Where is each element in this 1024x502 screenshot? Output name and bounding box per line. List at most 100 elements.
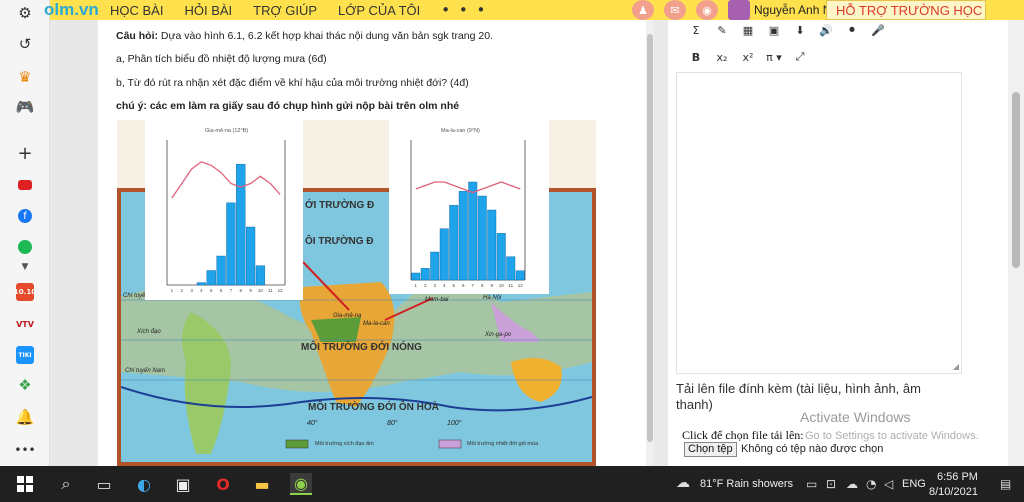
battery-icon[interactable]: ▭ <box>806 477 817 491</box>
rainfall-bar <box>236 163 246 286</box>
nav-hoc-bai[interactable]: HỌC BÀI <box>110 3 163 18</box>
nav-lop-cua-toi[interactable]: LỚP CỦA TÔI <box>338 3 420 18</box>
weather-text[interactable]: 81°F Rain showers <box>700 478 793 490</box>
nav-hoi-bai[interactable]: HỎI BÀI <box>184 3 232 18</box>
rainfall-bar <box>487 209 497 281</box>
bell-icon[interactable]: 🔔 <box>13 406 37 428</box>
microphone-icon[interactable]: 🎤 <box>870 22 886 38</box>
edge-icon[interactable]: ◐ <box>133 473 155 495</box>
subscript-button[interactable]: x₂ <box>714 49 730 65</box>
record-icon[interactable]: ⏺ <box>844 22 860 38</box>
cloud-icon[interactable]: ☁ <box>846 477 858 491</box>
calendar-icon[interactable]: 10.10 <box>13 281 37 303</box>
left-scrollbar-thumb[interactable] <box>647 34 653 442</box>
map-label-gia-me-na: Gia-mê-na <box>333 313 362 319</box>
site-logo[interactable]: olm.vn <box>44 0 110 20</box>
nav-more-menu[interactable]: • • • <box>441 1 487 19</box>
chat-icon[interactable]: ✉ <box>664 0 686 20</box>
shapes-icon[interactable]: ❖ <box>13 374 37 396</box>
x-tick-label: 8 <box>481 283 484 288</box>
image-icon[interactable]: ▣ <box>766 22 782 38</box>
superscript-button[interactable]: x² <box>740 49 756 65</box>
vtv-icon[interactable]: VTV <box>13 313 37 335</box>
gear-icon[interactable]: ⚙ <box>13 2 37 24</box>
x-tick-label: 10 <box>499 283 505 288</box>
opera-icon[interactable]: O <box>212 473 234 495</box>
clock-date[interactable]: 8/10/2021 <box>929 486 978 498</box>
browser-app-icon[interactable]: ◉ <box>290 473 312 495</box>
notification-center-icon[interactable]: ▤ <box>1000 477 1011 491</box>
symbol-menu-button[interactable]: π ▾ <box>766 49 782 65</box>
more-icon[interactable]: ••• <box>13 439 37 461</box>
resize-handle-icon[interactable]: ◢ <box>953 362 959 371</box>
map-label-zone1b: ÔI TRƯỜNG Đ <box>305 236 374 247</box>
download-icon[interactable]: ⬇ <box>792 22 808 38</box>
choose-file-button[interactable]: Chọn tệp <box>684 442 737 457</box>
store-icon[interactable]: ▣ <box>172 473 194 495</box>
x-tick-label: 2 <box>180 288 183 293</box>
crown-icon[interactable]: ♛ <box>13 66 37 88</box>
clock-time[interactable]: 6:56 PM <box>937 471 978 483</box>
network-icon[interactable]: ⊡ <box>826 477 836 491</box>
left-scrollbar[interactable] <box>646 20 654 466</box>
question-text: Câu hỏi: Dựa vào hình 6.1, 6.2 kết hợp k… <box>116 30 493 42</box>
sum-icon[interactable]: Σ <box>688 22 704 38</box>
x-tick-label: 4 <box>200 288 203 293</box>
editor-toolbar-row1: Σ ✎ ▦ ▣ ⬇ 🔊 ⏺ 🎤 <box>688 22 896 38</box>
map-label-chi-tuyen-nam: Chí tuyến Nam <box>125 368 166 374</box>
windows-start-icon[interactable] <box>14 473 36 495</box>
vtv-label: VTV <box>16 319 34 329</box>
legend-equatorial-box <box>285 439 309 449</box>
map-label-lon-100: 100° <box>447 420 462 427</box>
file-explorer-icon[interactable]: ▬ <box>251 473 273 495</box>
tiki-icon[interactable]: TIKI <box>13 344 37 366</box>
search-icon[interactable]: ⌕ <box>55 473 77 495</box>
editor-toolbar-row2: B x₂ x² π ▾ ⤢ <box>688 49 818 65</box>
weather-icon[interactable]: ☁ <box>676 475 690 491</box>
rainfall-bar <box>458 191 468 281</box>
avatar[interactable] <box>728 0 750 20</box>
answer-editor[interactable]: ◢ <box>676 72 962 374</box>
language-indicator[interactable]: ENG <box>902 478 926 490</box>
chart-ma-la-can-card: Ma-la-can (9°N) 1 2 3 4 5 6 7 8 9 10 11 12 <box>389 120 549 294</box>
x-tick-label: 3 <box>433 283 436 288</box>
question-body: Dựa vào hình 6.1, 6.2 kết hợp khai thác … <box>158 30 493 42</box>
fullscreen-icon[interactable]: ⤢ <box>792 49 808 65</box>
pencil-icon[interactable]: ✎ <box>714 22 730 38</box>
question-part-b: b, Từ đó rút ra nhận xét đặc điểm về khí… <box>116 77 469 89</box>
map-label-lon-80: 80° <box>387 420 398 427</box>
support-button[interactable]: HỖ TRỢ TRƯỜNG HỌC <box>826 0 986 20</box>
notification-icon[interactable]: ◉ <box>696 0 718 20</box>
tiki-label: TIKI <box>16 346 34 364</box>
right-scrollbar-thumb[interactable] <box>1012 92 1020 268</box>
map-label-ha-noi: Hà Nội <box>483 295 502 301</box>
facebook-icon[interactable]: f <box>13 205 37 227</box>
temperature-line <box>171 161 281 199</box>
task-view-icon[interactable]: ▭ <box>93 473 115 495</box>
volume-icon[interactable]: ◁ <box>884 477 893 491</box>
x-tick-label: 5 <box>452 283 455 288</box>
x-tick-label: 9 <box>249 288 252 293</box>
legend-monsoon-box <box>438 439 462 449</box>
history-icon[interactable]: ↺ <box>13 33 37 55</box>
nav-tro-giup[interactable]: TRỢ GIÚP <box>253 3 317 18</box>
map-label-ma-la-can: Ma-la-can <box>363 321 390 327</box>
youtube-icon[interactable] <box>13 174 37 196</box>
spotify-icon[interactable] <box>13 236 37 258</box>
rainfall-bar <box>468 181 478 281</box>
audio-icon[interactable]: 🔊 <box>818 22 834 38</box>
x-tick-label: 1 <box>414 283 417 288</box>
rainfall-bar <box>515 270 525 281</box>
table-icon[interactable]: ▦ <box>740 22 756 38</box>
right-scrollbar[interactable] <box>1008 20 1024 466</box>
x-tick-label: 6 <box>220 288 223 293</box>
plus-icon[interactable]: + <box>13 142 37 164</box>
map-label-zone1a: ỚI TRƯỜNG Đ <box>305 200 375 211</box>
wifi-icon[interactable]: ◔ <box>866 477 876 491</box>
browser-sidebar: ⚙ ↺ ♛ 🎮 + f ▼ 10.10 VTV TIKI ❖ 🔔 ••• <box>0 0 50 466</box>
profile-icon[interactable]: ♟ <box>632 0 654 20</box>
chevron-down-icon[interactable]: ▼ <box>13 256 37 278</box>
chart-gia-me-na-card: Gia-mê-na (12°B) 1 2 3 4 5 6 7 8 9 10 11 12 <box>145 120 303 300</box>
bold-button[interactable]: B <box>688 49 704 65</box>
gamepad-icon[interactable]: 🎮 <box>13 96 37 118</box>
